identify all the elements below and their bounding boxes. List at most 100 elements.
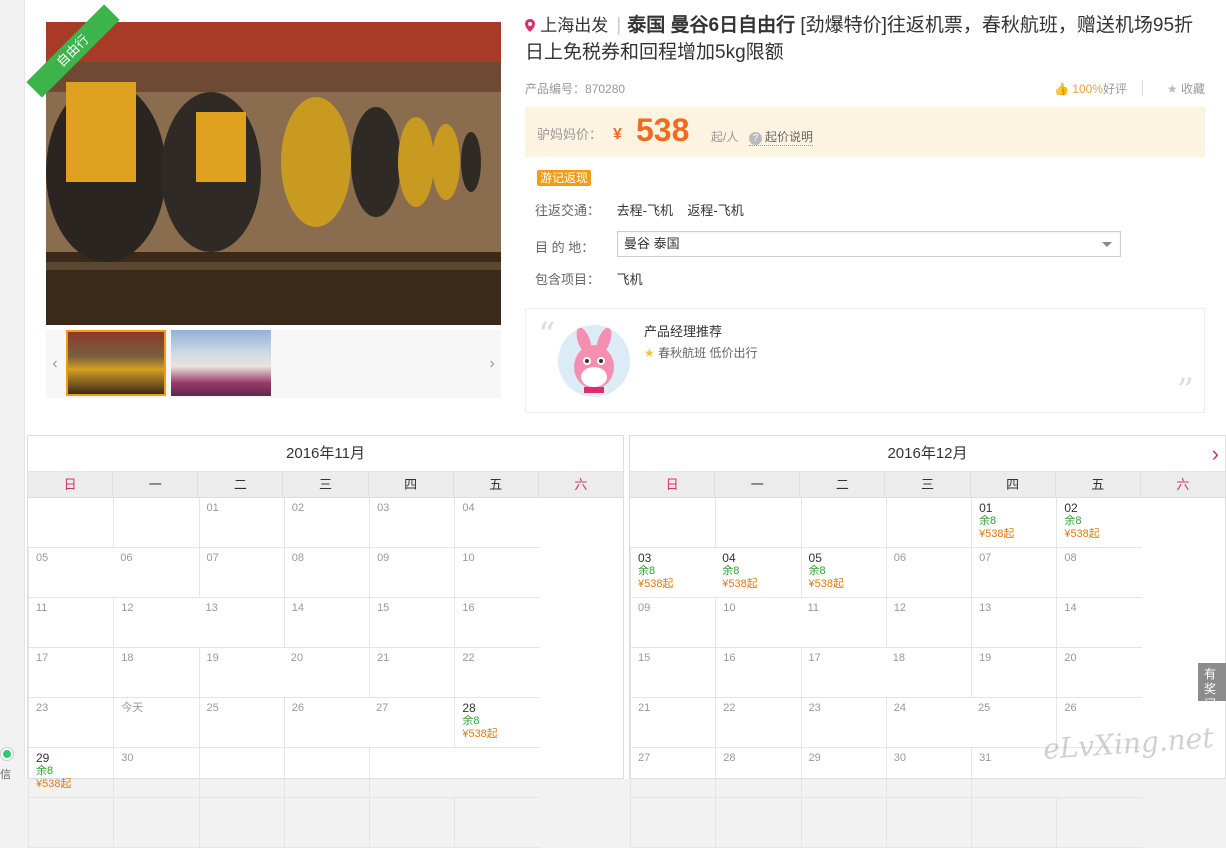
weekday-mon: 一 xyxy=(112,472,197,497)
calendar-day-cell: 06 xyxy=(113,548,199,598)
weekday-fri: 五 xyxy=(452,472,538,497)
next-month-arrow-icon[interactable]: › xyxy=(1212,436,1219,472)
online-status-icon[interactable] xyxy=(1,748,13,760)
day-number: 19 xyxy=(206,652,219,664)
calendar-day-cell xyxy=(630,798,716,848)
calendar-day-cell: 12 xyxy=(885,598,972,648)
day-number: 29 xyxy=(36,751,50,765)
weekday-wed: 三 xyxy=(884,472,969,497)
thumbnail-prev-arrow-icon[interactable]: ‹ xyxy=(46,330,64,398)
weekday-fri: 五 xyxy=(1054,472,1140,497)
price-value: 538 xyxy=(636,112,690,148)
day-number: 28 xyxy=(462,701,476,715)
calendar-day-cell[interactable]: 04 余8 ¥538起 xyxy=(715,548,801,598)
close-quote-icon: ” xyxy=(1176,371,1194,411)
calendar-day-cell xyxy=(454,798,540,848)
thumbnail-1[interactable] xyxy=(66,330,166,396)
transport-label: 往返交通： xyxy=(535,203,601,218)
calendar-day-cell[interactable]: 01 余8 ¥538起 xyxy=(971,498,1057,548)
calendar-day-cell: 03 xyxy=(369,498,455,548)
calendar-day-cell[interactable]: 02 余8 ¥538起 xyxy=(1056,498,1142,548)
day-number: 02 xyxy=(1064,501,1078,515)
calendar-day-cell: 20 xyxy=(283,648,370,698)
calendar-day-cell: 24 xyxy=(885,698,972,748)
product-no-label: 产品编号： xyxy=(525,82,586,96)
day-number: 09 xyxy=(377,552,390,564)
day-number: 10 xyxy=(723,602,736,614)
day-number: 02 xyxy=(291,502,305,514)
day-number: 11 xyxy=(807,602,819,614)
calendar-day-cell: 29 xyxy=(800,748,886,798)
favorite-button[interactable]: ★ 收藏 xyxy=(1167,80,1205,97)
day-number: 01 xyxy=(979,501,993,515)
calendar-day-cell: 18 xyxy=(885,648,972,698)
weekday-sat: 六 xyxy=(537,472,623,497)
rating: 👍 100%好评 xyxy=(1054,80,1127,97)
day-number: 15 xyxy=(638,652,651,664)
day-number: 25 xyxy=(206,702,219,714)
calendar-day-cell xyxy=(113,498,199,548)
calendar-day-cell[interactable]: 05 余8 ¥538起 xyxy=(800,548,886,598)
day-number: 27 xyxy=(638,752,651,764)
day-price: ¥538起 xyxy=(722,578,758,590)
day-number: 15 xyxy=(377,602,390,614)
calendar-day-cell[interactable]: 28 余8 ¥538起 xyxy=(454,698,540,748)
recommend-text: 春秋航班 低价出行 xyxy=(658,346,758,360)
transport-back: 返程-飞机 xyxy=(687,203,744,218)
currency-symbol: ¥ xyxy=(613,126,622,143)
calendar-day-cell: 04 xyxy=(454,498,540,548)
destination-value: 曼谷 泰国 xyxy=(624,236,680,251)
day-number: 10 xyxy=(462,552,475,564)
calendar-november: 2016年11月 日 一 二 三 四 五 六 01 02 03 04 05 06 07 08 0… xyxy=(27,435,624,848)
calendar-day-cell: 30 xyxy=(885,748,972,798)
open-quote-icon: “ xyxy=(538,315,556,355)
calendar-header: 2016年12月 › xyxy=(630,436,1225,472)
calendar-day-cell: 17 xyxy=(28,648,114,698)
calendar-day-cell: 25 xyxy=(198,698,284,748)
calendar-day-cell xyxy=(800,798,886,848)
thumbnail-next-arrow-icon[interactable]: › xyxy=(483,330,501,398)
day-number: 19 xyxy=(979,652,992,664)
weekday-sat: 六 xyxy=(1139,472,1225,497)
calendar-day-cell[interactable]: 03 余8 ¥538起 xyxy=(630,548,716,598)
day-price: ¥538起 xyxy=(1064,528,1100,540)
meta-divider xyxy=(1142,80,1143,96)
day-number: 22 xyxy=(462,652,475,664)
location-pin-icon xyxy=(525,19,535,32)
recommend-title: 产品经理推荐 xyxy=(644,324,723,339)
calendar-day-cell: 19 xyxy=(971,648,1057,698)
calendar-day-cell: 10 xyxy=(454,548,540,598)
remaining-seats: 余8 xyxy=(1064,515,1082,527)
product-description: [劲爆特价]往返机票，春秋航班，赠送机场95折日上免税券和回程增加5kg限额 xyxy=(525,15,1194,63)
thumbnail-2[interactable] xyxy=(171,330,271,396)
favorite-label: 收藏 xyxy=(1180,82,1205,96)
destination-row: 目 的 地： 曼谷 泰国 xyxy=(535,231,1121,257)
day-number: 16 xyxy=(723,652,736,664)
weekday-thu: 四 xyxy=(367,472,453,497)
transport-go: 去程-飞机 xyxy=(616,203,673,218)
destination-select[interactable]: 曼谷 泰国 xyxy=(617,231,1121,257)
weekday-mon: 一 xyxy=(714,472,799,497)
calendar-day-cell xyxy=(283,748,370,798)
calendar-day-cell xyxy=(715,498,801,548)
calendar-day-cell: 21 xyxy=(630,698,716,748)
calendar-day-cell: 23 xyxy=(28,698,114,748)
survey-button[interactable]: 有奖问卷 xyxy=(1198,663,1226,726)
day-number: 20 xyxy=(1064,652,1077,664)
calendar-day-cell[interactable]: 29 余8 ¥538起 xyxy=(28,748,114,798)
price-explanation-link[interactable]: ? 起价说明 xyxy=(749,128,814,146)
day-number: 03 xyxy=(377,502,390,514)
remaining-seats: 余8 xyxy=(722,565,740,577)
calendar-day-cell: 30 xyxy=(113,748,199,798)
thumbnail-strip: ‹ › xyxy=(46,330,501,398)
day-number: 12 xyxy=(893,602,907,614)
day-number: 17 xyxy=(36,652,49,664)
main-photo-buddha-statues[interactable] xyxy=(46,22,501,325)
calendar-day-cell xyxy=(198,748,284,798)
weekday-wed: 三 xyxy=(282,472,367,497)
weekday-header: 日 一 二 三 四 五 六 xyxy=(28,472,623,498)
calendar-day-cell: 13 xyxy=(971,598,1057,648)
calendar-day-cell: 16 xyxy=(715,648,801,698)
day-number: 08 xyxy=(1064,552,1077,564)
day-number: 04 xyxy=(462,502,475,514)
